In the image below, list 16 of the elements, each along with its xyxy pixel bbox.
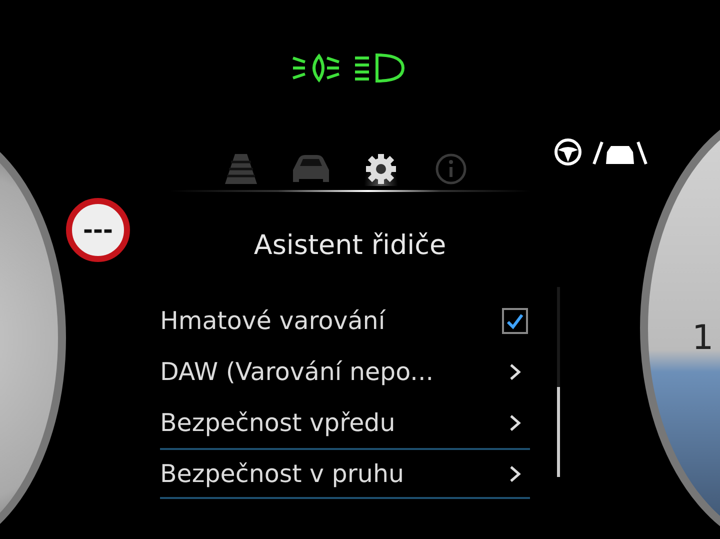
menu-item[interactable]: Bezpečnost v pruhu bbox=[160, 448, 530, 499]
speed-limit-value: --- bbox=[83, 216, 113, 244]
menu-title: Asistent řidiče bbox=[254, 230, 446, 261]
menu-item[interactable]: Hmatové varování bbox=[160, 295, 530, 346]
checkbox[interactable] bbox=[502, 308, 528, 334]
menu-item-label: DAW (Varování nepo... bbox=[160, 357, 434, 386]
chevron-right-icon bbox=[508, 412, 522, 432]
menu-item-label: Hmatové varování bbox=[160, 306, 386, 335]
gauge-number: 1 bbox=[692, 318, 714, 358]
lane-assist-icon bbox=[554, 138, 650, 166]
chevron-right-icon bbox=[508, 464, 522, 484]
menu-item[interactable]: DAW (Varování nepo... bbox=[160, 346, 530, 397]
menu-item[interactable]: Bezpečnost vpředu bbox=[160, 397, 530, 448]
chevron-right-icon bbox=[508, 362, 522, 382]
menu-item-label: Bezpečnost v pruhu bbox=[160, 459, 404, 488]
menu-item-label: Bezpečnost vpředu bbox=[160, 408, 396, 437]
